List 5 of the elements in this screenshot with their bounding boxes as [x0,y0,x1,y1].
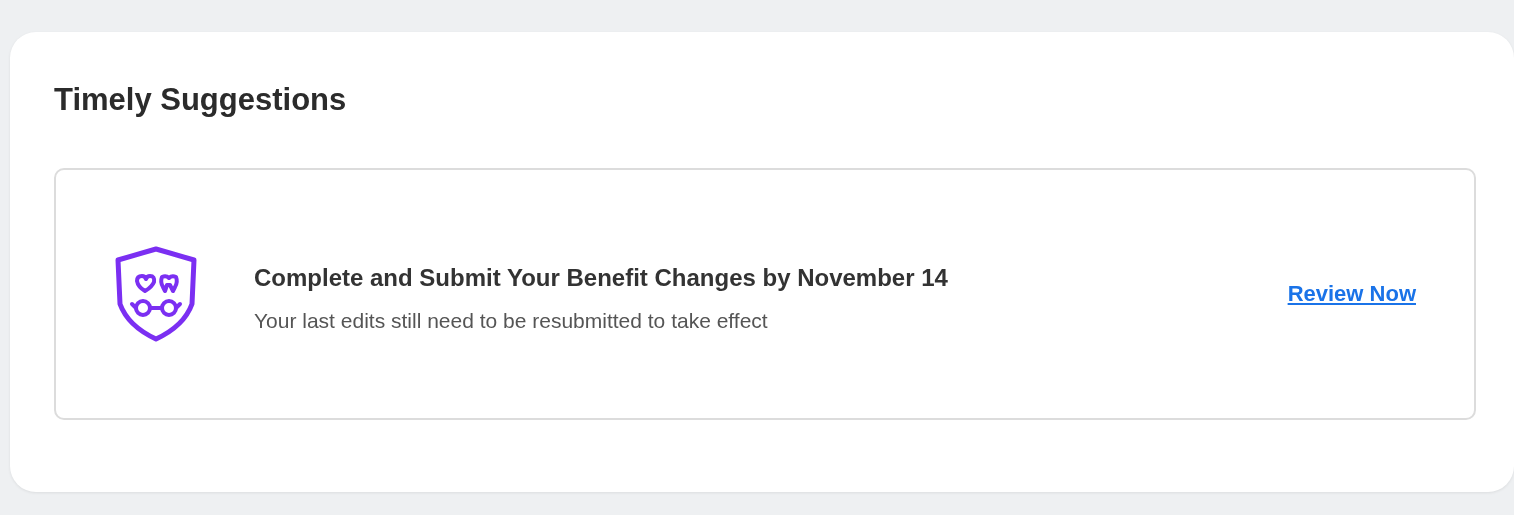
suggestion-title: Complete and Submit Your Benefit Changes by November 14 [254,262,949,293]
review-now-link[interactable]: Review Now [1287,281,1416,307]
benefits-shield-icon [114,246,198,342]
suggestion-description: Your last edits still need to be resubmitted to take effect [254,308,769,333]
section-title: Timely Suggestions [54,81,348,119]
